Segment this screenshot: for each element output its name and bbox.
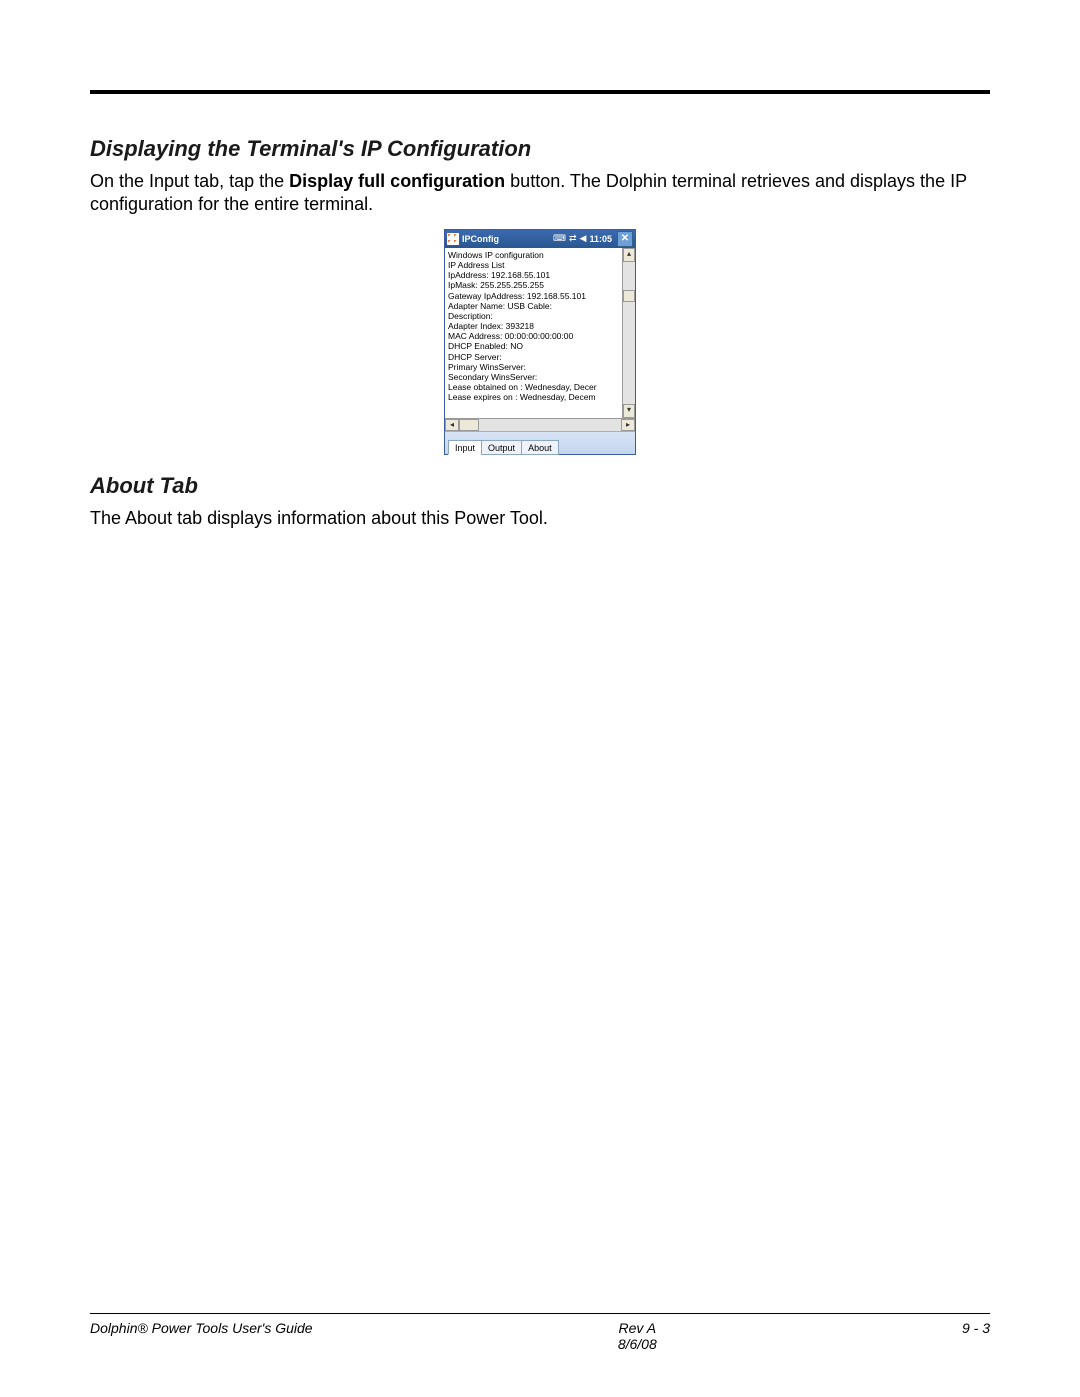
output-lines: Windows IP configuration IP Address List… bbox=[445, 248, 622, 418]
output-line: IpMask: 255.255.255.255 bbox=[448, 280, 619, 290]
tab-about[interactable]: About bbox=[521, 440, 559, 455]
output-line: Windows IP configuration bbox=[448, 250, 619, 260]
scroll-left-button[interactable]: ◂ bbox=[445, 419, 459, 431]
volume-icon[interactable]: ◀ bbox=[580, 233, 587, 244]
output-line: Adapter Index: 393218 bbox=[448, 321, 619, 331]
paragraph-ip-config: On the Input tab, tap the Display full c… bbox=[90, 170, 990, 217]
heading-about-tab: About Tab bbox=[90, 473, 990, 499]
output-line: Primary WinsServer: bbox=[448, 362, 619, 372]
tab-bar: Input Output About bbox=[445, 431, 635, 454]
text-run: On the Input tab, tap the bbox=[90, 171, 289, 191]
footer-left: Dolphin® Power Tools User's Guide bbox=[90, 1320, 313, 1336]
output-line: Adapter Name: USB Cable: bbox=[448, 301, 619, 311]
page-footer: Dolphin® Power Tools User's Guide Rev A … bbox=[90, 1313, 990, 1352]
horizontal-scrollbar[interactable]: ◂ ▸ bbox=[445, 418, 635, 431]
paragraph-about-tab: The About tab displays information about… bbox=[90, 507, 990, 530]
windows-flag-icon bbox=[447, 233, 459, 245]
keyboard-icon[interactable]: ⌨ bbox=[553, 233, 566, 244]
tab-output[interactable]: Output bbox=[481, 440, 522, 455]
wince-window: IPConfig ⌨ ⇄ ◀ 11:05 ✕ Windows IP config… bbox=[444, 229, 636, 455]
title-bar: IPConfig ⌨ ⇄ ◀ 11:05 ✕ bbox=[445, 230, 635, 248]
footer-rev: Rev A bbox=[618, 1320, 656, 1336]
close-button[interactable]: ✕ bbox=[617, 231, 633, 247]
output-line: Gateway IpAddress: 192.168.55.101 bbox=[448, 291, 619, 301]
scroll-thumb-horizontal[interactable] bbox=[459, 419, 479, 431]
scroll-down-button[interactable]: ▾ bbox=[623, 404, 635, 418]
text-run-bold: Display full configuration bbox=[289, 171, 505, 191]
network-icon[interactable]: ⇄ bbox=[569, 233, 577, 244]
window-title: IPConfig bbox=[462, 234, 499, 244]
output-line: MAC Address: 00:00:00:00:00:00 bbox=[448, 331, 619, 341]
heading-ip-config: Displaying the Terminal's IP Configurati… bbox=[90, 136, 990, 162]
output-line: DHCP Server: bbox=[448, 352, 619, 362]
screenshot-ipconfig: IPConfig ⌨ ⇄ ◀ 11:05 ✕ Windows IP config… bbox=[90, 229, 990, 455]
output-line: IP Address List bbox=[448, 260, 619, 270]
output-line: Lease expires on : Wednesday, Decem bbox=[448, 392, 619, 402]
top-rule bbox=[90, 90, 990, 94]
output-line: DHCP Enabled: NO bbox=[448, 341, 619, 351]
footer-date: 8/6/08 bbox=[618, 1336, 657, 1352]
output-line: Description: bbox=[448, 311, 619, 321]
footer-page-number: 9 - 3 bbox=[962, 1320, 990, 1336]
output-line: IpAddress: 192.168.55.101 bbox=[448, 270, 619, 280]
scroll-thumb[interactable] bbox=[623, 290, 635, 302]
clock-label: 11:05 bbox=[589, 234, 612, 244]
output-pane: Windows IP configuration IP Address List… bbox=[445, 248, 635, 418]
vertical-scrollbar[interactable]: ▴ ▾ bbox=[622, 248, 635, 418]
tab-input[interactable]: Input bbox=[448, 440, 482, 455]
scroll-up-button[interactable]: ▴ bbox=[623, 248, 635, 262]
scroll-right-button[interactable]: ▸ bbox=[621, 419, 635, 431]
output-line: Lease obtained on : Wednesday, Decer bbox=[448, 382, 619, 392]
output-line: Secondary WinsServer: bbox=[448, 372, 619, 382]
